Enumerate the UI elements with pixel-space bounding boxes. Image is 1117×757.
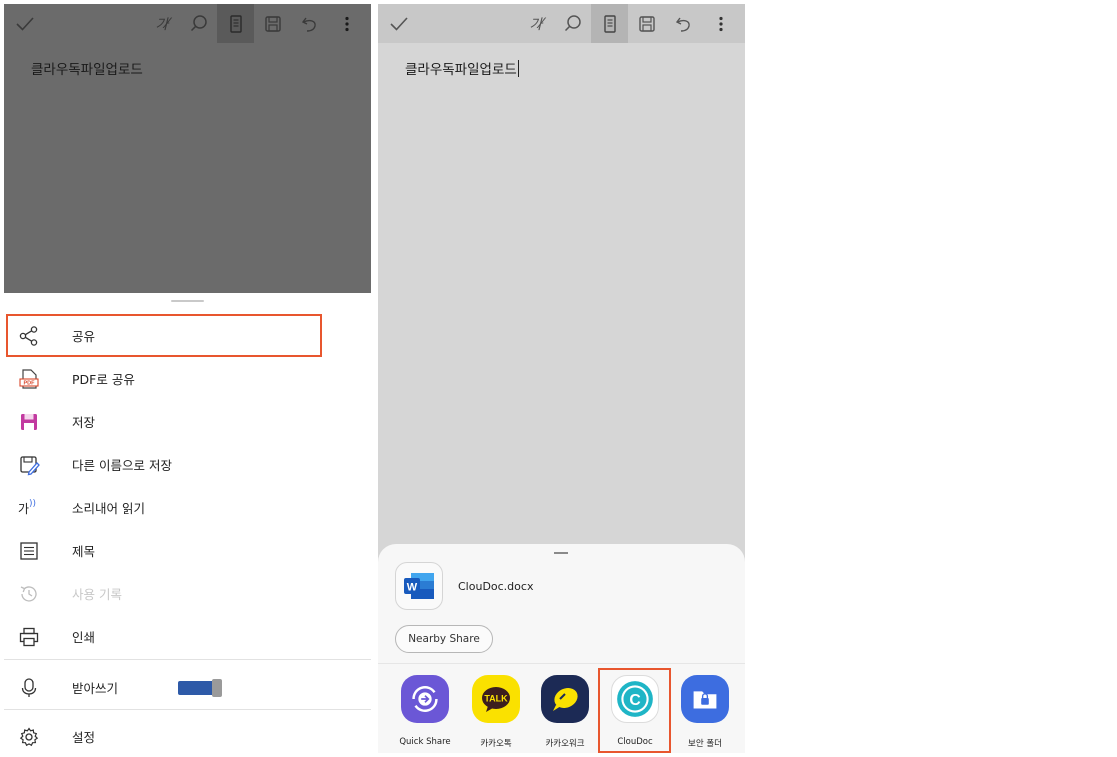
cloudoc-highlight-box xyxy=(598,668,671,753)
share-divider xyxy=(378,663,745,664)
read-aloud-glyph: 가 xyxy=(18,501,30,516)
menu-item-save-label: 저장 xyxy=(72,415,96,430)
save-icon xyxy=(18,411,40,433)
share-app-label: 카카오워크 xyxy=(545,739,585,749)
menu-item-dictation-label: 받아쓰기 xyxy=(72,681,119,696)
undo-button[interactable] xyxy=(291,4,328,43)
pen-slash-icon: ⁄ xyxy=(540,15,543,32)
menu-item-print-label: 인쇄 xyxy=(72,630,96,645)
menu-item-history-label: 사용 기록 xyxy=(72,587,122,602)
save-icon xyxy=(638,15,655,32)
editor-toolbar: 가 ⁄ xyxy=(378,4,745,43)
quick-share-icon xyxy=(401,675,449,723)
gear-icon xyxy=(18,726,40,748)
share-app-label: 보안 폴더 xyxy=(688,739,722,749)
pen-mode-button[interactable]: 가 ⁄ xyxy=(517,4,554,43)
pen-slash-icon: ⁄ xyxy=(166,15,169,32)
menu-item-headings[interactable]: 제목 xyxy=(4,529,371,572)
mobile-view-button[interactable] xyxy=(217,4,254,43)
document-text: 클라우독파일업로드 xyxy=(31,62,143,78)
word-file-icon: W xyxy=(395,562,443,610)
svg-text:TALK: TALK xyxy=(484,694,508,704)
nearby-share-button[interactable]: Nearby Share xyxy=(395,625,493,653)
pen-mode-button[interactable]: 가 ⁄ xyxy=(143,4,180,43)
share-app-secure-folder[interactable]: 보안 폴더 xyxy=(676,675,734,749)
share-app-label: 카카오톡 xyxy=(480,739,512,749)
save-toolbar-button[interactable] xyxy=(628,4,665,43)
menu-item-share-label: 공유 xyxy=(72,329,96,344)
menu-item-read-aloud[interactable]: 가)) 소리내어 읽기 xyxy=(4,486,371,529)
undo-icon xyxy=(675,17,690,32)
pdf-icon: PDF xyxy=(18,368,40,390)
kakaowork-icon xyxy=(541,675,589,723)
document-area[interactable]: 클라우독파일업로드 xyxy=(4,43,371,293)
print-icon xyxy=(18,626,40,648)
more-vertical-icon xyxy=(718,16,723,31)
shared-file-name: ClouDoc.docx xyxy=(458,580,534,593)
undo-icon xyxy=(301,17,316,32)
share-app-kakaotalk[interactable]: TALK 카카오톡 xyxy=(467,675,525,749)
search-icon xyxy=(190,14,207,31)
search-icon xyxy=(564,14,581,31)
menu-divider xyxy=(4,659,371,660)
microphone-icon xyxy=(18,677,40,699)
secure-folder-icon xyxy=(681,675,729,723)
menu-item-share-pdf[interactable]: PDF PDF로 공유 xyxy=(4,357,371,400)
menu-item-save-as[interactable]: 다른 이름으로 저장 xyxy=(4,443,371,486)
mobile-view-icon xyxy=(603,14,616,33)
save-as-icon xyxy=(18,454,40,476)
share-icon xyxy=(18,325,40,347)
share-app-kakaowork[interactable]: 카카오워크 xyxy=(536,675,594,749)
editor-toolbar: 가 ⁄ xyxy=(4,4,371,43)
document-text-content: 클라우독파일업로드 xyxy=(405,62,517,78)
menu-item-share[interactable]: 공유 xyxy=(4,314,371,357)
more-vertical-icon xyxy=(344,16,349,31)
right-phone-screen: 가 ⁄ 클라우독파일업로드 W ClouDoc.docx Nearby Shar… xyxy=(378,4,745,753)
share-sheet-handle[interactable] xyxy=(554,552,568,554)
read-aloud-icon: 가)) xyxy=(18,497,40,519)
more-options-button[interactable] xyxy=(328,4,365,43)
undo-button[interactable] xyxy=(665,4,702,43)
menu-item-save-as-label: 다른 이름으로 저장 xyxy=(72,458,172,473)
mobile-view-icon xyxy=(229,14,242,33)
menu-item-history: 사용 기록 xyxy=(4,572,371,615)
menu-item-headings-label: 제목 xyxy=(72,544,96,559)
search-button[interactable] xyxy=(554,4,591,43)
mobile-view-button[interactable] xyxy=(591,4,628,43)
document-text: 클라우독파일업로드 xyxy=(405,58,519,78)
headings-icon xyxy=(18,540,40,562)
menu-item-settings-label: 설정 xyxy=(72,730,96,745)
save-icon xyxy=(264,15,281,32)
more-options-button[interactable] xyxy=(702,4,739,43)
menu-item-share-pdf-label: PDF로 공유 xyxy=(72,372,135,387)
check-icon[interactable] xyxy=(14,13,36,35)
menu-item-settings[interactable]: 설정 xyxy=(4,715,371,753)
share-app-label: Quick Share xyxy=(399,737,451,747)
sheet-handle[interactable] xyxy=(171,300,204,302)
document-area[interactable]: 클라우독파일업로드 xyxy=(378,43,745,543)
svg-text:W: W xyxy=(407,582,418,594)
share-app-quick-share[interactable]: Quick Share xyxy=(396,675,454,747)
kakaotalk-icon: TALK xyxy=(472,675,520,723)
svg-text:PDF: PDF xyxy=(24,381,36,387)
menu-item-print[interactable]: 인쇄 xyxy=(4,615,371,658)
history-icon xyxy=(18,583,40,605)
menu-item-save[interactable]: 저장 xyxy=(4,400,371,443)
menu-divider xyxy=(4,709,371,710)
sound-waves-icon: )) xyxy=(29,499,37,509)
check-icon[interactable] xyxy=(388,13,410,35)
share-sheet: W ClouDoc.docx Nearby Share Quick Share … xyxy=(378,544,745,753)
text-cursor xyxy=(517,60,519,77)
more-menu-sheet: 공유 PDF PDF로 공유 저장 다른 이름으로 저장 가)) 소리내어 읽기 xyxy=(4,293,371,753)
save-toolbar-button[interactable] xyxy=(254,4,291,43)
menu-item-read-aloud-label: 소리내어 읽기 xyxy=(72,501,145,516)
dictation-toggle-thumb[interactable] xyxy=(212,679,222,697)
left-phone-screen: 가 ⁄ 클라우독파일업로드 공유 PDF PDF로 공유 저장 다른 이름으로 … xyxy=(4,4,371,753)
search-button[interactable] xyxy=(180,4,217,43)
